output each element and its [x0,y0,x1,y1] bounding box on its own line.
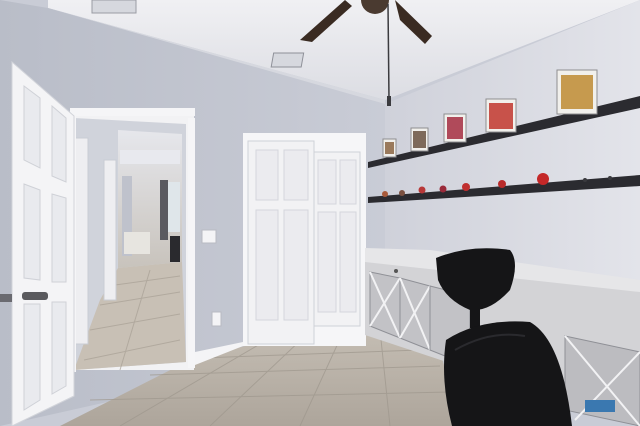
door-handle [22,292,48,300]
door-hinge [0,294,12,302]
closet-sliding-doors [243,133,366,346]
wall-outlet [211,311,222,327]
hallway [70,108,195,372]
light-switch [201,229,217,244]
room-illustration [0,0,640,426]
room-photo [0,0,640,426]
